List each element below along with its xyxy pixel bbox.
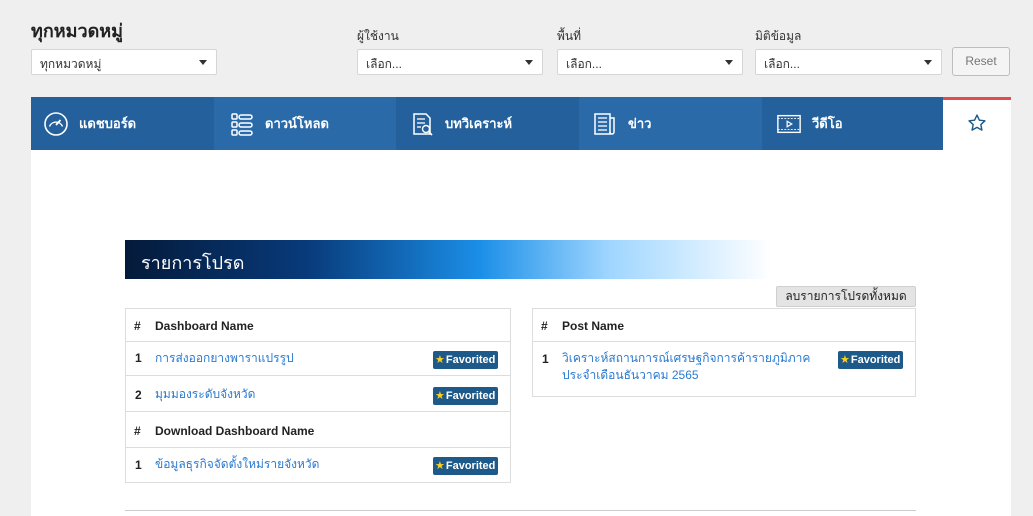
- chevron-down-icon: [725, 60, 733, 65]
- table-header: # Download Dashboard Name: [126, 412, 510, 448]
- favorites-header: รายการโปรด: [125, 240, 771, 279]
- post-title-line2: ประจำเดือนธันวาคม 2565: [562, 368, 699, 382]
- table-row: 1 การส่งออกยางพาราแปรรูป ★Favorited: [126, 342, 510, 376]
- tab-video[interactable]: วีดีโอ: [762, 97, 943, 150]
- star-icon: ★: [840, 354, 850, 366]
- table-row: 2 มุมมองระดับจังหวัด ★Favorited: [126, 376, 510, 412]
- favorites-tab[interactable]: [943, 97, 1011, 150]
- download-name-header: Download Dashboard Name: [155, 424, 315, 438]
- main-nav: แดชบอร์ด ดาวน์โหลด บทวิเคราะห์ ข่าว วีดี…: [31, 97, 943, 150]
- tab-dashboard[interactable]: แดชบอร์ด: [31, 97, 214, 150]
- favorited-label: Favorited: [445, 354, 496, 366]
- reset-button[interactable]: Reset: [952, 47, 1010, 76]
- table-header: # Dashboard Name: [126, 309, 510, 342]
- favorited-badge[interactable]: ★Favorited: [838, 351, 904, 369]
- tab-news[interactable]: ข่าว: [579, 97, 762, 150]
- table-header: # Post Name: [533, 309, 915, 342]
- area-select-value: เลือก...: [566, 57, 602, 71]
- category-title: ทุกหมวดหมู่: [31, 21, 124, 41]
- list-download-icon: [229, 111, 255, 137]
- post-title-line1: วิเคราะห์สถานการณ์เศรษฐกิจการค้ารายภูมิภ…: [562, 351, 811, 365]
- dashboard-name-header: Dashboard Name: [155, 319, 254, 333]
- star-icon: ★: [435, 390, 445, 402]
- chevron-down-icon: [525, 60, 533, 65]
- table-row: 1 วิเคราะห์สถานการณ์เศรษฐกิจการค้ารายภูม…: [533, 342, 915, 396]
- area-select[interactable]: เลือก...: [557, 49, 743, 75]
- hash-header: #: [134, 319, 141, 333]
- dashboard-link[interactable]: การส่งออกยางพาราแปรรูป: [155, 350, 294, 367]
- star-icon: ★: [435, 460, 445, 472]
- tab-analysis[interactable]: บทวิเคราะห์: [396, 97, 579, 150]
- post-name-header: Post Name: [562, 319, 625, 333]
- tab-video-label: วีดีโอ: [812, 116, 843, 131]
- row-number: 1: [542, 352, 549, 366]
- tab-download[interactable]: ดาวน์โหลด: [214, 97, 396, 150]
- speedometer-icon: [43, 111, 69, 137]
- row-number: 1: [135, 351, 142, 365]
- video-icon: [776, 111, 802, 137]
- dimension-select[interactable]: เลือก...: [755, 49, 942, 75]
- clear-all-favorites-button[interactable]: ลบรายการโปรดทั้งหมด: [776, 286, 916, 307]
- dashboard-favorites-table: # Dashboard Name 1 การส่งออกยางพาราแปรรู…: [125, 308, 511, 483]
- star-outline-icon: [967, 113, 987, 138]
- favorited-label: Favorited: [850, 354, 901, 366]
- tab-analysis-label: บทวิเคราะห์: [445, 116, 513, 131]
- row-number: 1: [135, 458, 142, 472]
- tab-dashboard-label: แดชบอร์ด: [79, 116, 137, 131]
- favorited-badge[interactable]: ★Favorited: [433, 457, 499, 475]
- document-search-icon: [409, 111, 435, 137]
- hash-header: #: [134, 424, 141, 438]
- user-select[interactable]: เลือก...: [357, 49, 543, 75]
- hash-header: #: [541, 319, 548, 333]
- user-label: ผู้ใช้งาน: [357, 29, 399, 43]
- row-number: 2: [135, 388, 142, 402]
- tab-download-label: ดาวน์โหลด: [265, 116, 329, 131]
- tab-news-label: ข่าว: [628, 116, 652, 131]
- post-favorites-table: # Post Name 1 วิเคราะห์สถานการณ์เศรษฐกิจ…: [532, 308, 916, 397]
- favorited-badge[interactable]: ★Favorited: [433, 351, 499, 369]
- dashboard-link[interactable]: มุมมองระดับจังหวัด: [155, 386, 255, 403]
- dimension-select-value: เลือก...: [764, 57, 800, 71]
- area-label: พื้นที่: [557, 29, 582, 43]
- category-select[interactable]: ทุกหมวดหมู่: [31, 49, 217, 75]
- filter-bar: ทุกหมวดหมู่ ทุกหมวดหมู่ ผู้ใช้งาน เลือก.…: [0, 0, 1033, 95]
- favorited-label: Favorited: [445, 460, 496, 472]
- chevron-down-icon: [924, 60, 932, 65]
- star-icon: ★: [435, 354, 445, 366]
- post-link[interactable]: วิเคราะห์สถานการณ์เศรษฐกิจการค้ารายภูมิภ…: [562, 350, 842, 384]
- favorites-title: รายการโปรด: [141, 253, 245, 273]
- divider: [125, 510, 916, 511]
- newspaper-icon: [592, 111, 618, 137]
- chevron-down-icon: [199, 60, 207, 65]
- dimension-label: มิติข้อมูล: [755, 29, 802, 43]
- table-row: 1 ข้อมูลธุรกิจจัดตั้งใหม่รายจังหวัด ★Fav…: [126, 448, 510, 482]
- favorited-badge[interactable]: ★Favorited: [433, 387, 499, 405]
- category-select-value: ทุกหมวดหมู่: [40, 57, 102, 71]
- user-select-value: เลือก...: [366, 57, 402, 71]
- favorited-label: Favorited: [445, 390, 496, 402]
- download-link[interactable]: ข้อมูลธุรกิจจัดตั้งใหม่รายจังหวัด: [155, 456, 319, 473]
